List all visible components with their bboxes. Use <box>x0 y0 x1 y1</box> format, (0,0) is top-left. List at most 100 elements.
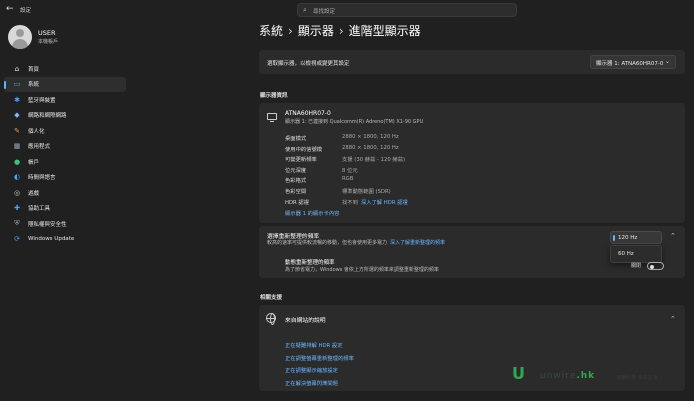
refresh-rate-dropdown[interactable]: 120 Hz <box>610 231 662 244</box>
globe-clock-icon: ◐ <box>13 173 21 182</box>
home-icon: ⌂ <box>14 64 20 73</box>
search-box[interactable]: ⌕ 尋找設定 <box>297 3 517 17</box>
accessibility-icon: ✚ <box>14 204 20 213</box>
sidebar-item-8[interactable]: ◎ 遊戲 <box>4 185 126 201</box>
app-title: 設定 <box>20 8 32 14</box>
help-link-hdr[interactable]: 正在疑難排解 HDR 設定 <box>285 341 343 349</box>
spec-value: 支援 (30 赫茲 - 120 赫茲) <box>342 155 405 163</box>
monitor-name: ATNA60HR07-0 <box>285 110 331 117</box>
breadcrumb-display[interactable]: 顯示器 <box>298 24 334 38</box>
spec-row: 色彩空間 標準動態範圍 (SDR) <box>285 187 585 197</box>
user-name: USER <box>38 29 56 37</box>
refresh-rate-selected: 120 Hz <box>618 234 638 241</box>
help-link-flicker[interactable]: 正在解決螢幕閃爍問題 <box>285 379 338 387</box>
sidebar-item-6[interactable]: ● 帳戶 <box>4 154 126 170</box>
sidebar-item-label: 藍牙與裝置 <box>28 97 56 104</box>
spec-row: 位元深度 8 位元 <box>285 166 585 176</box>
watermark-brand-name: unwire <box>540 371 577 381</box>
chevron-up-icon[interactable]: ⌃ <box>670 232 676 240</box>
back-arrow-icon[interactable]: ← <box>6 4 14 14</box>
sidebar-item-label: 應用程式 <box>28 144 51 151</box>
toggle-knob <box>650 264 654 269</box>
network-icon: ◆ <box>14 111 20 120</box>
sidebar-nav: ⌂ 首頁 ▭ 系統 ✱ 藍牙與裝置 ◆ 網路和網際網路 ✎ 個人化 ▦ 應用程式 ● 帳戶 ◐ 時間與語言 ◎ 遊… <box>4 61 126 247</box>
monitor-connection: 顯示器 1: 已連接到 Qualcomm(R) Adreno(TM) X1-90… <box>285 119 424 125</box>
sidebar-item-5[interactable]: ▦ 應用程式 <box>4 139 126 155</box>
avatar[interactable] <box>8 25 32 49</box>
sidebar-item-label: 協助工具 <box>28 206 51 213</box>
sidebar-item-1[interactable]: ▭ 系統 <box>4 76 126 92</box>
adapter-properties-link[interactable]: 顯示器 1 的顯示卡內容 <box>285 209 339 217</box>
spec-value-text: 2880 × 1800, 120 Hz <box>342 134 399 140</box>
account-icon: ● <box>13 157 21 166</box>
sidebar-item-10[interactable]: ⛨ 隱私權與安全性 <box>4 216 126 232</box>
spec-value-text: 8 位元 <box>342 167 358 174</box>
spec-value: 2880 × 1800, 120 Hz <box>342 134 399 140</box>
sidebar-item-label: 系統 <box>28 82 40 89</box>
spec-value-text: RGB <box>342 176 354 183</box>
sidebar-item-3[interactable]: ◆ 網路和網際網路 <box>4 108 126 124</box>
hdr-certification-link[interactable]: 深入了解 HDR 認證 <box>361 200 408 206</box>
help-link-scaling[interactable]: 正在調整顯示縮放設定 <box>285 366 338 374</box>
system-icon: ▭ <box>13 80 21 89</box>
refresh-rate-desc: 較高的速率可提供較流暢的移動，但也會使用更多電力 深入了解重新整理的頻率 <box>267 239 445 246</box>
watermark-slogan: 玩轉科技 未來生活 <box>616 375 658 381</box>
watermark-brand: unwire.hk <box>540 371 595 381</box>
search-icon: ⌕ <box>303 6 307 14</box>
dynamic-refresh-title: 動態重新整理的頻率 <box>285 260 335 266</box>
web-help-title: 來自網站的說明 <box>285 318 326 324</box>
spec-value: 2880 × 1800, 120 Hz <box>342 145 399 151</box>
help-link-refresh[interactable]: 正在調整螢幕重新整理的頻率 <box>285 354 354 362</box>
title-bar: ← 設定 ⌕ 尋找設定 <box>0 0 694 20</box>
sidebar-item-4[interactable]: ✎ 個人化 <box>4 123 126 139</box>
breadcrumb: 系統 › 顯示器 › 進階型顯示器 <box>259 22 421 39</box>
globe-icon <box>266 313 276 325</box>
spec-row: 色彩格式 RGB <box>285 176 585 186</box>
refresh-rate-desc-text: 較高的速率可提供較流暢的移動，但也會使用更多電力 <box>267 240 388 246</box>
brush-icon: ✎ <box>14 126 20 135</box>
chevron-up-icon[interactable]: ⌃ <box>670 315 676 323</box>
display-select[interactable]: 顯示器 1: ATNA60HR07-0 ⌄ <box>590 55 676 69</box>
spec-key: 使用中的信號模 <box>285 146 323 153</box>
spec-key: 可變更新頻率 <box>285 157 317 164</box>
select-display-label: 選取顯示器，以檢視或變更其設定 <box>267 61 350 67</box>
breadcrumb-separator: › <box>288 24 293 38</box>
spec-value-text: 找不到 <box>342 199 358 206</box>
sidebar-item-label: 隱私權與安全性 <box>28 221 67 228</box>
dynamic-refresh-state: 關閉 <box>631 263 642 269</box>
spec-key: 桌面模式 <box>285 136 307 142</box>
dynamic-refresh-toggle[interactable] <box>647 262 664 270</box>
spec-row: HDR 認證 找不到 深入了解 HDR 認證 <box>285 198 585 208</box>
spec-key: 色彩格式 <box>285 178 307 185</box>
sidebar-item-9[interactable]: ✚ 協助工具 <box>4 201 126 217</box>
sidebar-item-11[interactable]: ⟳ Windows Update <box>4 232 126 248</box>
spec-value-text: 2880 × 1800, 120 Hz <box>342 144 399 151</box>
spec-row: 使用中的信號模 2880 × 1800, 120 Hz <box>285 145 585 155</box>
update-icon: ⟳ <box>14 235 20 244</box>
shield-icon: ⛨ <box>14 219 20 228</box>
breadcrumb-system[interactable]: 系統 <box>259 24 283 38</box>
related-support-heading: 相關支援 <box>260 295 283 301</box>
breadcrumb-advanced-display: 進階型顯示器 <box>348 24 421 38</box>
sidebar-item-label: 個人化 <box>28 128 45 135</box>
sidebar-item-7[interactable]: ◐ 時間與語言 <box>4 170 126 186</box>
spec-key: 位元深度 <box>285 167 307 174</box>
spec-row: 可變更新頻率 支援 (30 赫茲 - 120 赫茲) <box>285 155 585 165</box>
spec-value: 8 位元 <box>342 166 358 174</box>
bluetooth-icon: ✱ <box>14 95 20 104</box>
watermark-logo-icon: ᑌ <box>512 364 525 383</box>
spec-value-text: 標準動態範圍 (SDR) <box>342 189 391 195</box>
monitor-icon <box>267 113 277 122</box>
refresh-rate-learn-more-link[interactable]: 深入了解重新整理的頻率 <box>390 240 445 246</box>
breadcrumb-separator: › <box>338 24 344 38</box>
sidebar-item-label: Windows Update <box>28 236 75 243</box>
sidebar-item-2[interactable]: ✱ 藍牙與裝置 <box>4 92 126 108</box>
sidebar-item-label: 遊戲 <box>28 190 40 197</box>
sidebar-item-label: 網路和網際網路 <box>28 113 67 120</box>
gamepad-icon: ◎ <box>13 188 21 197</box>
sidebar-item-label: 時間與語言 <box>28 175 56 182</box>
sidebar-item-0[interactable]: ⌂ 首頁 <box>4 61 126 77</box>
search-input[interactable]: 尋找設定 <box>313 7 335 15</box>
refresh-rate-option-60[interactable]: 60 Hz <box>618 251 634 257</box>
display-select-value: 顯示器 1: ATNA60HR07-0 <box>596 61 664 67</box>
